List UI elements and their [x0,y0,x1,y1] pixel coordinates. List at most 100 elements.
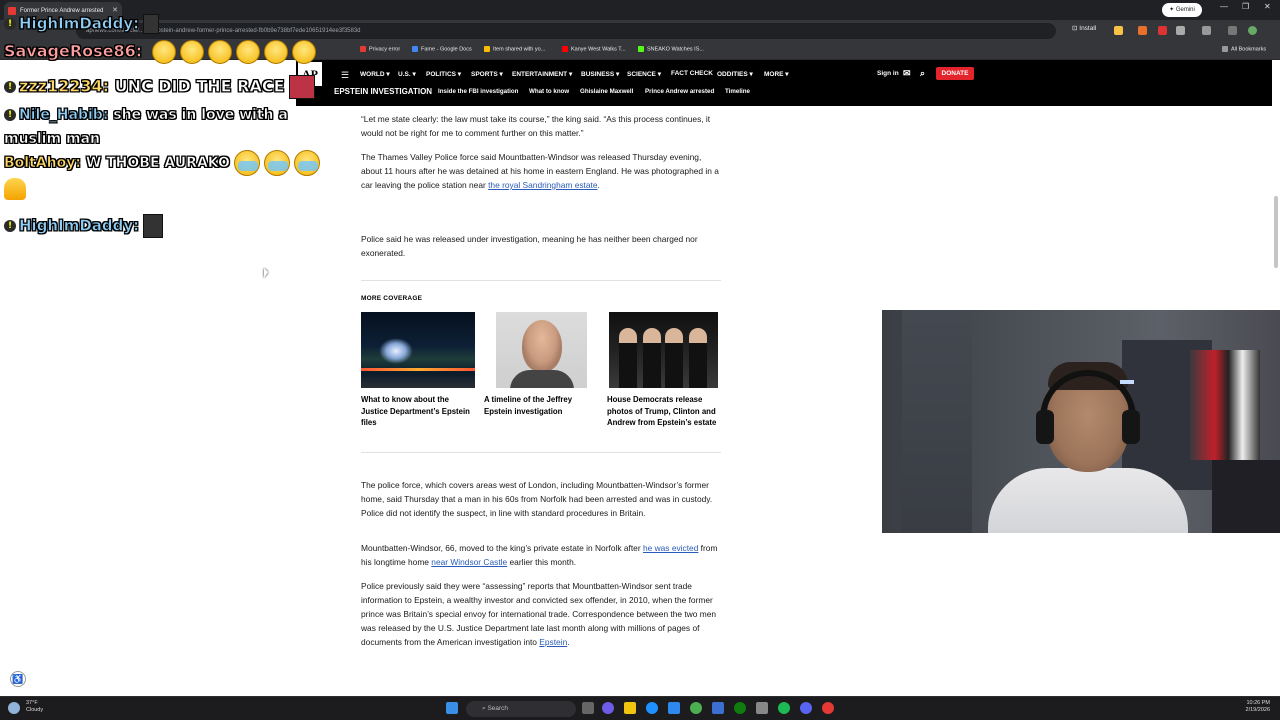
vscode-icon[interactable] [712,702,724,714]
chat-text: UNC DID THE RACE [114,76,285,96]
section-title[interactable]: EPSTEIN INVESTIGATION [334,87,432,96]
card-image[interactable] [361,312,475,388]
edge-icon[interactable] [646,702,658,714]
badge-icon: ! [4,18,16,30]
sandringham-link[interactable]: the royal Sandringham estate [488,180,597,190]
windsor-castle-link[interactable]: near Windsor Castle [431,557,507,567]
extension-icon[interactable] [1138,26,1147,35]
evicted-link[interactable]: he was evicted [643,543,698,553]
avatar[interactable] [1248,26,1257,35]
system-clock[interactable]: 10:26 PM 2/19/2026 [1246,700,1270,714]
page-scrollbar[interactable] [1274,196,1278,268]
xbox-icon[interactable] [734,702,746,714]
task-view-icon[interactable] [582,702,594,714]
windows-start-icon[interactable] [446,702,458,714]
gemini-button[interactable]: ✦ Gemini [1162,3,1202,17]
clock-date: 2/19/2026 [1245,707,1270,713]
sidepanel-icon[interactable] [1202,26,1211,35]
coverage-card[interactable]: House Democrats release photos of Trump,… [607,312,721,429]
nav-entertainment[interactable]: ENTERTAINMENT ▾ [512,70,572,78]
hamburger-menu-icon[interactable]: ☰ [341,70,349,81]
browser-tabstrip: Former Prince Andrew arrested ✕ ✦ Gemini… [0,0,1280,20]
bookmark-item[interactable]: Item shared with yo... [484,46,545,52]
taskbar-search[interactable]: ⌕ Search [466,701,576,717]
bookmark-item[interactable]: Kanye West Walks T... [562,46,626,52]
subnav-timeline[interactable]: Timeline [725,88,750,95]
divider [361,452,721,453]
install-button[interactable]: ⊡ Install [1072,24,1096,32]
address-bar-row: apnews.com/article/...ain-epstein-andrew… [0,20,1280,42]
subnav-fbi[interactable]: Inside the FBI investigation [438,88,518,95]
paragraph-text: . [567,637,570,647]
paragraph-text: Mountbatten-Windsor, 66, moved to the ki… [361,543,643,553]
close-window-icon[interactable]: ✕ [1264,2,1271,11]
bookmark-star-icon[interactable] [1114,26,1123,35]
nav-oddities[interactable]: ODDITIES ▾ [717,70,753,78]
bookmark-icon [484,46,490,52]
webcam-feed [882,310,1280,533]
minimize-icon[interactable]: — [1220,2,1228,11]
ap-navbar: AP ☰ WORLD ▾ U.S. ▾ POLITICS ▾ SPORTS ▾ … [296,60,1272,106]
exploding-head-emoji-icon [291,40,316,64]
bookmark-item[interactable]: Fame - Google Docs [412,46,472,52]
nav-sports[interactable]: SPORTS ▾ [471,70,503,78]
exploding-head-emoji-icon [179,40,204,64]
bookmark-icon [360,46,366,52]
bookmark-item[interactable]: SNEAKO Watches IS... [638,46,704,52]
bookmark-label: Kanye West Walks T... [571,46,626,53]
sign-in-link[interactable]: Sign in [877,70,899,77]
bookmark-icon [412,46,418,52]
chat-username: HighImDaddy: [19,216,140,235]
profile-icon[interactable] [1228,26,1237,35]
nav-politics[interactable]: POLITICS ▾ [426,70,461,78]
bookmark-item[interactable]: Privacy error [360,46,400,52]
paragraph-text: earlier this month. [507,557,577,567]
badge-icon: ! [4,109,16,121]
app-icon[interactable] [822,702,834,714]
card-caption[interactable]: What to know about the Justice Departmen… [361,394,475,429]
weather-widget[interactable]: 37°F Cloudy [26,700,43,714]
search-icon[interactable]: ⌕ [920,68,925,79]
nav-us[interactable]: U.S. ▾ [398,70,416,78]
discord-icon[interactable] [800,702,812,714]
copilot-icon[interactable] [602,702,614,714]
exploding-head-emoji-icon [207,40,232,64]
accessibility-icon[interactable]: ♿ [10,671,26,687]
extension-icon[interactable] [1158,26,1167,35]
address-bar[interactable]: apnews.com/article/...ain-epstein-andrew… [76,23,1056,39]
gemini-label: Gemini [1175,7,1195,13]
store-icon[interactable] [668,702,680,714]
coverage-card[interactable]: What to know about the Justice Departmen… [361,312,475,429]
card-caption[interactable]: A timeline of the Jeffrey Epstein invest… [484,394,594,417]
subnav-maxwell[interactable]: Ghislaine Maxwell [580,88,633,95]
chrome-icon[interactable] [690,702,702,714]
card-caption[interactable]: House Democrats release photos of Trump,… [607,394,721,429]
crying-emoji-icon [293,150,320,176]
nav-fact-check[interactable]: FACT CHECK [671,70,713,77]
all-bookmarks[interactable]: All Bookmarks [1222,46,1266,52]
nav-more[interactable]: MORE ▾ [764,70,789,78]
card-image[interactable] [496,312,587,388]
subnav-what-to-know[interactable]: What to know [529,88,569,95]
nav-world[interactable]: WORLD ▾ [360,70,390,78]
praying-hands-emoji-icon [4,178,26,200]
mouse-cursor-icon [264,268,268,278]
install-label: Install [1079,25,1097,32]
coverage-card[interactable]: A timeline of the Jeffrey Epstein invest… [484,312,587,417]
extensions-puzzle-icon[interactable] [1176,26,1185,35]
subnav-andrew[interactable]: Prince Andrew arrested [645,88,714,95]
file-explorer-icon[interactable] [624,702,636,714]
donate-button[interactable]: DONATE [936,67,974,80]
bookmark-label: SNEAKO Watches IS... [647,46,704,53]
chat-message: ! HighImDaddy: [4,214,164,238]
nav-business[interactable]: BUSINESS ▾ [581,70,619,78]
epstein-link[interactable]: Epstein [539,637,567,647]
card-image[interactable] [609,312,718,388]
restore-icon[interactable]: ❐ [1242,2,1249,11]
spotify-icon[interactable] [778,702,790,714]
nav-science[interactable]: SCIENCE ▾ [627,70,661,78]
comment-icon[interactable]: ✉ [903,68,911,79]
chat-text: she was in love with a [113,107,288,124]
app-icon[interactable] [756,702,768,714]
paragraph: The Thames Valley Police force said Moun… [361,152,719,190]
